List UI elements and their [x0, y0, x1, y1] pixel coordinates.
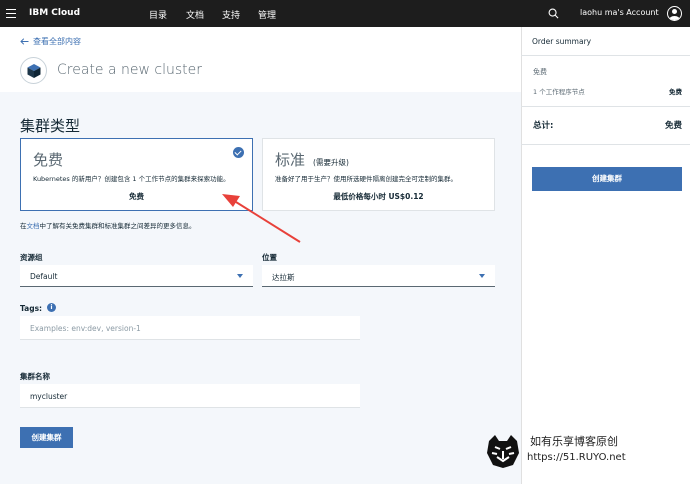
- summary-plan: 免费: [533, 68, 547, 76]
- free-plan-tile[interactable]: 免费 Kubernetes 的新用户？创建包含 1 个工作节点的集群来探索功能。…: [20, 138, 253, 211]
- location-label: 位置: [262, 253, 277, 262]
- summary-worker-label: 1 个工作程序节点: [533, 88, 585, 96]
- standard-plan-description: 准备好了用于生产？使用所选硬件隔离创建完全可定制的集群。: [275, 175, 457, 183]
- kubernetes-cube-icon: [20, 57, 47, 84]
- divider: [521, 144, 690, 145]
- back-link[interactable]: 查看全部内容: [20, 36, 81, 47]
- resource-group-select[interactable]: Default: [20, 265, 253, 287]
- selected-check-icon: [233, 147, 244, 158]
- cluster-name-label: 集群名称: [20, 372, 50, 381]
- docs-link[interactable]: 文档: [27, 222, 40, 230]
- watermark-url: https://51.RUYO.net: [527, 452, 626, 463]
- sidebar-create-cluster-button[interactable]: 创建集群: [532, 167, 682, 191]
- standard-plan-price: 最低价格每小时 US$0.12: [333, 192, 424, 201]
- create-cluster-button[interactable]: 创建集群: [20, 427, 73, 448]
- avatar-icon[interactable]: [667, 6, 682, 21]
- resource-group-label: 资源组: [20, 253, 43, 262]
- location-select[interactable]: 达拉斯: [262, 265, 495, 287]
- account-switcher[interactable]: laohu ma's Account: [580, 8, 659, 17]
- tags-label: Tags:: [20, 304, 43, 313]
- nav-docs[interactable]: 文档: [186, 8, 204, 21]
- free-plan-description: Kubernetes 的新用户？创建包含 1 个工作节点的集群来探索功能。: [33, 175, 230, 183]
- divider: [521, 106, 690, 107]
- chevron-down-icon: [479, 274, 485, 278]
- nav-catalog[interactable]: 目录: [149, 8, 167, 21]
- standard-plan-tile[interactable]: 标准 (需要升级) 准备好了用于生产？使用所选硬件隔离创建完全可定制的集群。 最低…: [262, 138, 495, 211]
- tiger-logo-icon: [487, 435, 519, 468]
- page-title: Create a new cluster: [57, 62, 202, 78]
- nav-manage[interactable]: 管理: [258, 8, 276, 21]
- standard-plan-title: 标准: [275, 151, 306, 169]
- back-link-label: 查看全部内容: [33, 37, 81, 46]
- cluster-type-title: 集群类型: [20, 117, 81, 135]
- order-summary-title: Order summary: [532, 37, 592, 46]
- standard-plan-heading: 标准 (需要升级): [275, 149, 349, 170]
- chevron-down-icon: [237, 274, 243, 278]
- tags-input[interactable]: Examples: env:dev, version-1: [20, 316, 360, 340]
- resource-group-value: Default: [30, 272, 58, 281]
- summary-total-label: 总计:: [533, 121, 554, 131]
- free-plan-heading: 免费: [33, 151, 64, 169]
- divider: [521, 55, 690, 56]
- nav-support[interactable]: 支持: [222, 8, 240, 21]
- location-value: 达拉斯: [272, 273, 295, 282]
- free-plan-price: 免费: [129, 192, 144, 201]
- search-icon[interactable]: [548, 8, 559, 19]
- standard-plan-subheading: (需要升级): [313, 158, 349, 167]
- plan-info-suffix: 中了解有关免费集群和标准集群之间差异的更多信息。: [39, 222, 196, 230]
- cluster-name-input[interactable]: mycluster: [20, 384, 360, 408]
- top-bar: IBM Cloud 目录 文档 支持 管理 laohu ma's Account: [0, 0, 690, 27]
- summary-worker-value: 免费: [669, 88, 682, 96]
- summary-total-value: 免费: [664, 121, 682, 131]
- watermark-title: 如有乐享博客原创: [530, 435, 618, 448]
- brand-link[interactable]: IBM Cloud: [29, 8, 80, 18]
- arrow-left-icon: [20, 38, 29, 45]
- menu-icon[interactable]: [6, 9, 16, 18]
- info-icon[interactable]: i: [47, 303, 56, 312]
- plan-info-text: 在文档中了解有关免费集群和标准集群之间差异的更多信息。: [20, 220, 196, 230]
